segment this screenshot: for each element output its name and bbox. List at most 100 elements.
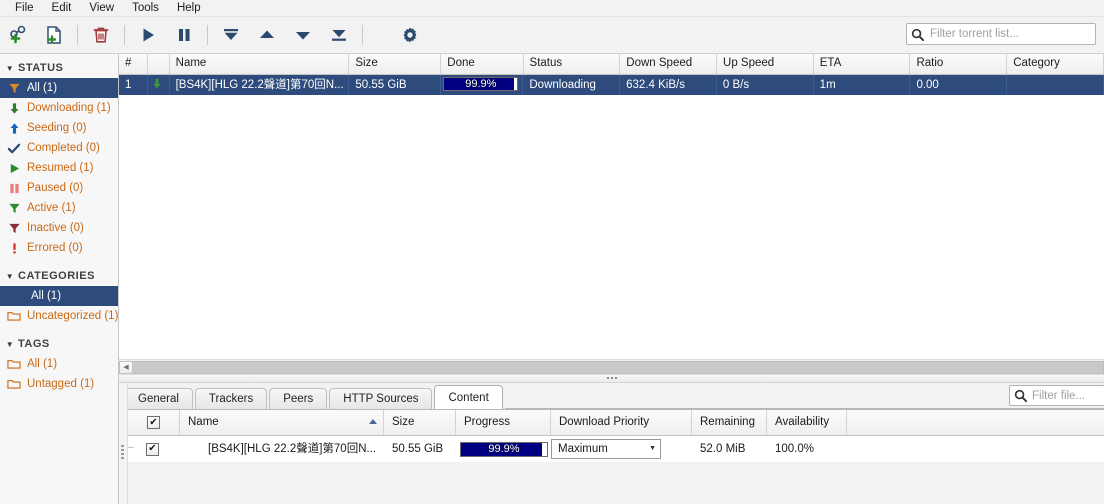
tree-branch-icon: ┈ [128, 443, 135, 454]
tree-gutter-grip [121, 445, 124, 459]
column-header-up-speed[interactable]: Up Speed [717, 54, 814, 74]
select-all-checkbox[interactable]: ✔ [147, 416, 160, 429]
column-header-ratio[interactable]: Ratio [910, 54, 1008, 74]
categories-group-header[interactable]: ▼ CATEGORIES [0, 266, 118, 286]
pause-icon [179, 29, 190, 41]
column-header-down-speed[interactable]: Down Speed [620, 54, 718, 74]
sidebar-item-label: Resumed (1) [27, 162, 94, 174]
toolbar-separator [362, 25, 363, 45]
top-priority-button[interactable] [213, 19, 249, 51]
torrent-up-speed: 0 B/s [717, 75, 814, 95]
categories-group-title: CATEGORIES [18, 270, 95, 282]
sidebar-item-label: Paused (0) [27, 182, 84, 194]
column-header-state[interactable] [148, 54, 170, 74]
hscrollbar-thumb[interactable] [133, 360, 1104, 374]
sidebar-item-label: Active (1) [27, 202, 76, 214]
sidebar-item-completed[interactable]: Completed (0) [0, 138, 118, 158]
column-header-category[interactable]: Category [1007, 54, 1104, 74]
column-header-size[interactable]: Size [349, 54, 442, 74]
tab-peers[interactable]: Peers [269, 388, 328, 409]
column-header-file-name[interactable]: Name [180, 410, 384, 435]
column-header-availability[interactable]: Availability [767, 410, 847, 435]
sidebar-item-seeding[interactable]: Seeding (0) [0, 118, 118, 138]
menu-item-tools[interactable]: Tools [123, 0, 168, 16]
column-header-index[interactable]: # [119, 54, 149, 74]
file-filter-box[interactable]: Filter file... [1009, 385, 1104, 406]
column-header-file-progress[interactable]: Progress [456, 410, 551, 435]
sidebar-item-all-status[interactable]: All (1) [0, 78, 118, 98]
torrent-status: Downloading [523, 75, 621, 95]
folder-icon [10, 289, 26, 303]
delete-button[interactable] [83, 19, 119, 51]
menu-item-edit[interactable]: Edit [43, 0, 81, 16]
sidebar-item-resumed[interactable]: Resumed (1) [0, 158, 118, 178]
status-group-header[interactable]: ▼ STATUS [0, 58, 118, 78]
tab-content[interactable]: Content [434, 385, 503, 409]
scroll-left-arrow-icon[interactable]: ◀ [119, 360, 133, 374]
table-row[interactable]: ┈ ✔ [BS4K][HLG 22.2聲道]第70回N... 50.55 GiB… [128, 436, 1104, 462]
bottom-priority-button[interactable] [321, 19, 357, 51]
column-header-done[interactable]: Done [441, 54, 524, 74]
torrent-down-speed: 632.4 KiB/s [620, 75, 717, 95]
menu-item-file[interactable]: File [6, 0, 43, 16]
tag-folder-icon [6, 377, 22, 391]
column-header-file-size[interactable]: Size [384, 410, 456, 435]
torrent-state-cell [148, 75, 170, 95]
torrent-index: 1 [119, 75, 149, 95]
column-header-eta[interactable]: ETA [814, 54, 911, 74]
priority-top-icon [224, 29, 238, 40]
download-priority-value: Maximum [558, 443, 608, 455]
sidebar: ▼ STATUS All (1) Downloading (1) Seeding… [0, 54, 119, 504]
options-button[interactable] [392, 19, 428, 51]
column-header-status[interactable]: Status [524, 54, 621, 74]
toolbar-separator [124, 25, 125, 45]
pause-button[interactable] [166, 19, 202, 51]
increase-priority-button[interactable] [249, 19, 285, 51]
chevron-down-icon: ▼ [5, 271, 15, 281]
column-header-remaining[interactable]: Remaining [692, 410, 767, 435]
add-torrent-file-button[interactable] [36, 19, 72, 51]
priority-up-icon [260, 30, 274, 38]
table-row[interactable]: 1 [BS4K][HLG 22.2聲道]第70回N... 50.55 GiB 9… [119, 75, 1104, 95]
tags-group-title: TAGS [18, 338, 50, 350]
tab-trackers[interactable]: Trackers [194, 388, 268, 409]
decrease-priority-button[interactable] [285, 19, 321, 51]
sidebar-item-paused[interactable]: Paused (0) [0, 178, 118, 198]
torrent-list-header: # Name Size Done Status Down Speed Up Sp… [119, 54, 1104, 75]
sidebar-item-inactive[interactable]: Inactive (0) [0, 218, 118, 238]
download-priority-select[interactable]: Maximum ▼ [551, 439, 661, 459]
sidebar-item-label: Completed (0) [27, 142, 100, 154]
file-progress-cell: 99.9% [456, 436, 551, 462]
sidebar-item-label: Untagged (1) [27, 378, 95, 390]
folder-icon [6, 309, 22, 323]
sidebar-item-label: All (1) [27, 82, 58, 94]
sidebar-item-active[interactable]: Active (1) [0, 198, 118, 218]
column-header-select-all[interactable]: ✔ [128, 410, 180, 435]
add-torrent-link-button[interactable] [0, 19, 36, 51]
sidebar-item-all-tags[interactable]: All (1) [0, 354, 118, 374]
sidebar-item-label: Uncategorized (1) [27, 310, 119, 322]
column-header-name[interactable]: Name [170, 54, 350, 74]
sidebar-item-downloading[interactable]: Downloading (1) [0, 98, 118, 118]
torrent-filter-box[interactable]: Filter torrent list... [906, 23, 1096, 45]
torrent-list-hscrollbar[interactable]: ◀ [119, 359, 1104, 374]
gear-icon [403, 27, 417, 43]
resume-button[interactable] [130, 19, 166, 51]
panel-splitter[interactable] [119, 374, 1104, 383]
file-checkbox[interactable]: ✔ [146, 442, 159, 456]
torrent-name: [BS4K][HLG 22.2聲道]第70回N... [170, 75, 350, 95]
sidebar-item-all-categories[interactable]: All (1) [0, 286, 118, 306]
torrent-list-pane: # Name Size Done Status Down Speed Up Sp… [119, 54, 1104, 374]
file-remaining: 52.0 MiB [700, 443, 746, 455]
sidebar-item-errored[interactable]: Errored (0) [0, 238, 118, 258]
tags-group-header[interactable]: ▼ TAGS [0, 334, 118, 354]
chevron-down-icon: ▼ [649, 445, 656, 452]
menu-item-help[interactable]: Help [168, 0, 210, 16]
sidebar-item-untagged[interactable]: Untagged (1) [0, 374, 118, 394]
torrent-category [1007, 75, 1104, 95]
tab-general[interactable]: General [124, 388, 193, 409]
tab-http-sources[interactable]: HTTP Sources [329, 388, 433, 409]
sidebar-item-uncategorized[interactable]: Uncategorized (1) [0, 306, 118, 326]
column-header-download-priority[interactable]: Download Priority [551, 410, 692, 435]
menu-item-view[interactable]: View [80, 0, 123, 16]
